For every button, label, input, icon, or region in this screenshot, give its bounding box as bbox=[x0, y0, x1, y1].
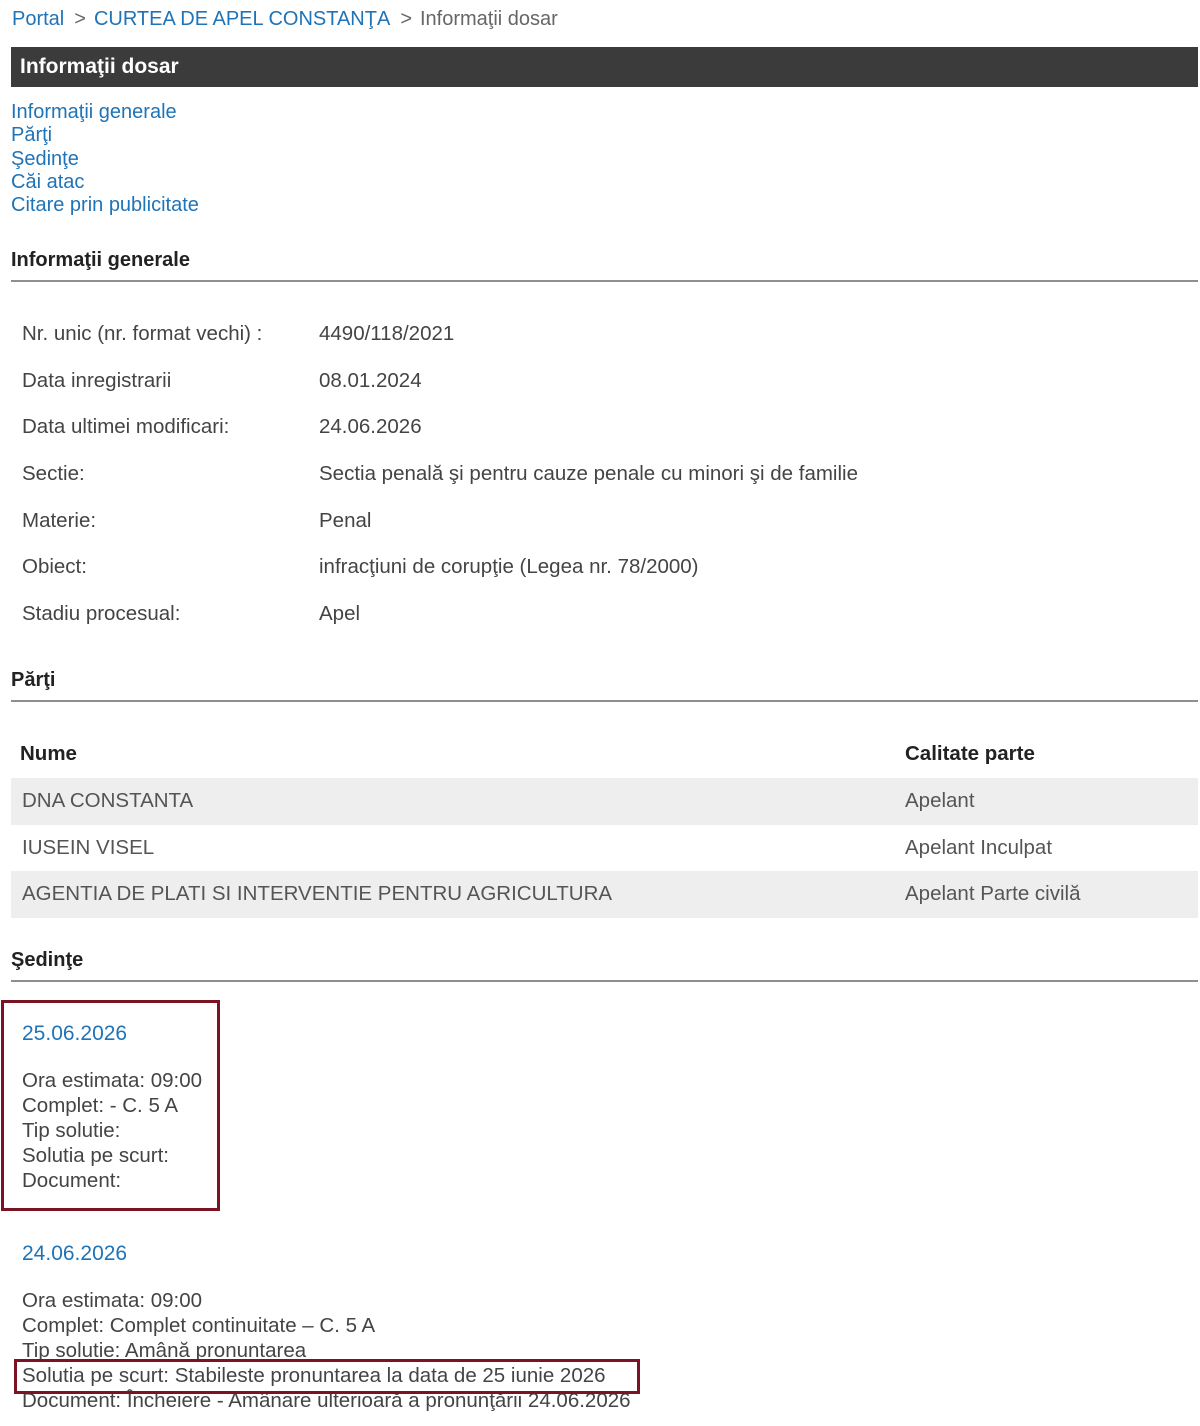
info-label: Sectie: bbox=[22, 462, 85, 486]
session-date: 24.06.2026 bbox=[22, 1242, 128, 1265]
section-nav: Informaţii generale Părţi Şedinţe Căi at… bbox=[11, 101, 199, 217]
info-value: 08.01.2024 bbox=[319, 368, 422, 392]
session-ora: Ora estimata: 09:00 bbox=[22, 1289, 203, 1312]
info-label: Stadiu procesual: bbox=[22, 602, 181, 626]
breadcrumb-separator: > bbox=[74, 8, 86, 30]
column-header-calitate-parte: Calitate parte bbox=[905, 742, 1035, 765]
party-name: DNA CONSTANTA bbox=[11, 778, 905, 825]
info-label: Obiect: bbox=[22, 555, 87, 579]
nav-link-sedinte[interactable]: Şedinţe bbox=[11, 148, 199, 171]
info-label: Data ultimei modificari: bbox=[22, 415, 230, 439]
nav-link-citare-prin-publicitate[interactable]: Citare prin publicitate bbox=[11, 194, 199, 217]
column-header-nume: Nume bbox=[20, 742, 77, 765]
page-title: Informaţii dosar bbox=[11, 47, 1198, 87]
breadcrumb-current: Informaţii dosar bbox=[420, 8, 558, 30]
session-complet: Complet: Complet continuitate – C. 5 A bbox=[22, 1314, 376, 1337]
breadcrumb: Portal > CURTEA DE APEL CONSTANŢA > Informaţ… bbox=[12, 8, 558, 31]
table-header-row: Nume Calitate parte bbox=[11, 730, 1198, 778]
info-value: Sectia penală şi pentru cauze penale cu … bbox=[319, 462, 858, 486]
parties-table: Nume Calitate parte DNA CONSTANTA Apelan… bbox=[11, 730, 1198, 918]
party-name: AGENTIA DE PLATI SI INTERVENTIE PENTRU A… bbox=[11, 871, 905, 918]
nav-link-parti[interactable]: Părţi bbox=[11, 124, 199, 147]
section-heading-parti: Părţi bbox=[11, 669, 1198, 702]
party-role: Apelant bbox=[905, 778, 1198, 825]
info-value: Apel bbox=[319, 602, 361, 626]
info-value: infracţiuni de corupţie (Legea nr. 78/20… bbox=[319, 555, 699, 579]
nav-link-cai-atac[interactable]: Căi atac bbox=[11, 171, 199, 194]
info-value: 4490/118/2021 bbox=[319, 322, 455, 345]
section-heading-general: Informaţii generale bbox=[11, 249, 1198, 282]
info-value: Penal bbox=[319, 508, 372, 532]
party-role: Apelant Parte civilă bbox=[905, 871, 1198, 918]
table-row: DNA CONSTANTA Apelant bbox=[11, 778, 1198, 825]
nav-link-informatii-generale[interactable]: Informaţii generale bbox=[11, 101, 199, 124]
table-row: AGENTIA DE PLATI SI INTERVENTIE PENTRU A… bbox=[11, 871, 1198, 918]
party-name: IUSEIN VISEL bbox=[22, 835, 155, 859]
highlight-box-solutia bbox=[14, 1359, 640, 1394]
breadcrumb-portal-link[interactable]: Portal bbox=[12, 8, 64, 30]
highlight-box-session-25 bbox=[1, 1000, 220, 1211]
breadcrumb-court-link[interactable]: CURTEA DE APEL CONSTANŢA bbox=[94, 8, 390, 30]
breadcrumb-separator: > bbox=[400, 8, 412, 30]
info-value: 24.06.2026 bbox=[319, 415, 422, 439]
info-label: Nr. unic (nr. format vechi) : bbox=[22, 322, 263, 345]
section-heading-sedinte: Şedinţe bbox=[11, 949, 1198, 982]
info-label: Materie: bbox=[22, 508, 97, 532]
table-row: IUSEIN VISEL Apelant Inculpat bbox=[11, 825, 1198, 872]
info-label: Data inregistrarii bbox=[22, 368, 172, 392]
party-role: Apelant Inculpat bbox=[905, 835, 1053, 859]
